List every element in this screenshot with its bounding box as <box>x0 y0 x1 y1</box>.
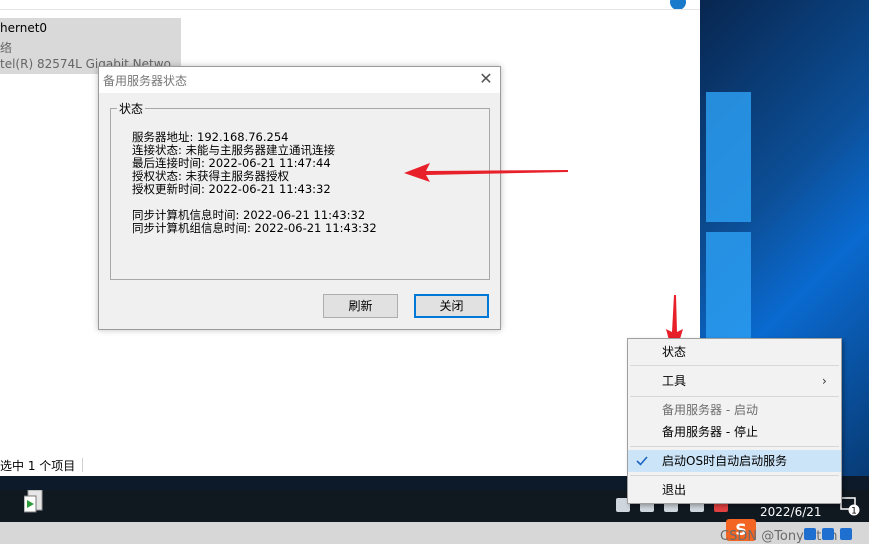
license-update-time: 授权更新时间: 2022-06-21 11:43:32 <box>132 182 331 196</box>
help-icon[interactable] <box>670 0 686 9</box>
menu-item-backup-stop[interactable]: 备用服务器 - 停止 <box>628 421 841 443</box>
ime-icon[interactable] <box>804 528 816 540</box>
selection-status: 选中 1 个项目 <box>0 459 76 473</box>
chevron-right-icon: › <box>822 374 827 388</box>
menu-item-label: 工具 <box>662 374 687 388</box>
menu-separator <box>630 446 839 447</box>
dialog-title: 备用服务器状态 <box>103 74 188 88</box>
menu-item-label: 备用服务器 - 启动 <box>662 403 758 417</box>
menu-item-autostart[interactable]: 启动OS时自动启动服务 <box>628 450 841 472</box>
ime-icon[interactable] <box>822 528 834 540</box>
backup-server-status-dialog: 备用服务器状态 ✕ 状态 服务器地址: 192.168.76.254 连接状态:… <box>98 66 501 330</box>
menu-item-label: 状态 <box>662 345 687 359</box>
menu-item-tools[interactable]: 工具 › <box>628 370 841 392</box>
status-groupbox: 状态 服务器地址: 192.168.76.254 连接状态: 未能与主服务器建立… <box>110 100 490 280</box>
dialog-titlebar[interactable]: 备用服务器状态 ✕ <box>99 67 500 93</box>
group-sync-time: 同步计算机组信息时间: 2022-06-21 11:43:32 <box>132 221 377 235</box>
bottom-white-strip <box>0 544 869 555</box>
menu-separator <box>630 475 839 476</box>
notification-count: 1 <box>851 507 857 517</box>
group-label: 状态 <box>117 100 146 117</box>
menu-separator <box>630 365 839 366</box>
taskbar-date[interactable]: 2022/6/21 <box>760 505 822 519</box>
explorer-status-bar: 选中 1 个项目 <box>0 455 700 475</box>
check-icon <box>636 456 648 466</box>
app-icon[interactable] <box>24 490 46 514</box>
csdn-watermark: CSDN @Tony Stan <box>720 529 838 544</box>
windows-logo-pane <box>706 92 751 222</box>
adapter-name: hernet0 <box>0 21 48 35</box>
windows-logo-pane <box>706 232 751 342</box>
refresh-button[interactable]: 刷新 <box>323 294 398 318</box>
ime-icon[interactable] <box>840 528 852 540</box>
menu-item-label: 备用服务器 - 停止 <box>662 425 758 439</box>
menu-item-status[interactable]: 状态 <box>628 341 841 363</box>
status-divider <box>82 458 83 472</box>
explorer-toolbar <box>0 0 700 10</box>
close-button[interactable]: 关闭 <box>414 294 489 318</box>
annotation-arrow-horizontal <box>404 163 568 182</box>
adapter-type: 络 <box>0 41 13 55</box>
menu-item-exit[interactable]: 退出 <box>628 479 841 501</box>
menu-item-backup-start: 备用服务器 - 启动 <box>628 399 841 421</box>
tray-context-menu: 状态 工具 › 备用服务器 - 启动 备用服务器 - 停止 启动OS时自动启动服… <box>627 338 842 504</box>
close-icon[interactable]: ✕ <box>477 70 495 88</box>
notification-icon[interactable]: 1 <box>840 496 860 516</box>
menu-separator <box>630 396 839 397</box>
menu-item-label: 启动OS时自动启动服务 <box>662 454 788 468</box>
menu-item-label: 退出 <box>662 483 687 497</box>
